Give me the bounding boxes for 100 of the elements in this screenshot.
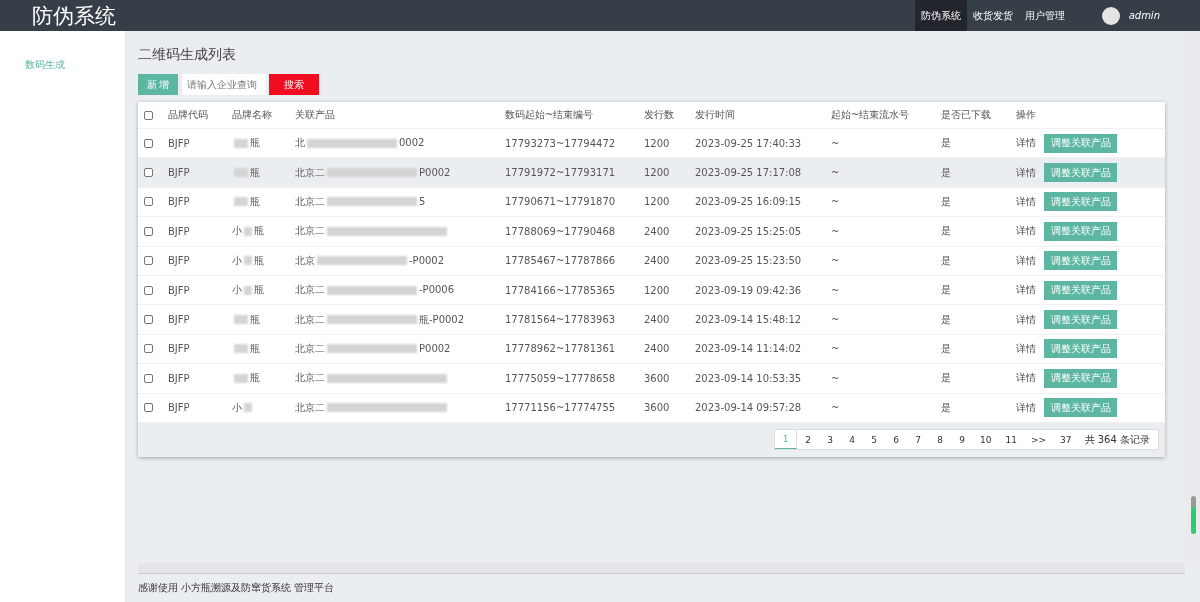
detail-link[interactable]: 详情 bbox=[1016, 253, 1044, 268]
table-cell-text: 是 bbox=[941, 136, 952, 151]
page-link[interactable]: 37 bbox=[1053, 430, 1079, 450]
table-cell: -P0002 bbox=[409, 254, 445, 266]
table-cell-text: BJFP bbox=[168, 196, 191, 208]
detail-link[interactable]: 详情 bbox=[1016, 371, 1044, 386]
table-cell-text: 是 bbox=[941, 224, 952, 239]
table-cell-text: 2400 bbox=[644, 225, 671, 237]
table-cell: 北 bbox=[295, 137, 305, 149]
blurred-patch bbox=[234, 197, 248, 207]
blurred-patch bbox=[244, 226, 252, 236]
page-link[interactable]: 2 bbox=[797, 430, 820, 450]
table-cell: 瓶 bbox=[254, 225, 264, 237]
row-checkbox[interactable] bbox=[144, 373, 153, 383]
blurred-patch bbox=[244, 256, 252, 266]
table-cell-text: 1200 bbox=[644, 196, 671, 208]
table-cell: 瓶-P0002 bbox=[419, 313, 465, 325]
search-button[interactable]: 搜索 bbox=[269, 74, 319, 95]
row-checkbox[interactable] bbox=[144, 168, 153, 178]
blurred-patch bbox=[244, 403, 252, 413]
user-name[interactable]: admin bbox=[1128, 10, 1160, 21]
detail-link[interactable]: 详情 bbox=[1016, 165, 1044, 180]
table-cell-text: 2023-09-19 09:42:36 bbox=[695, 284, 803, 296]
row-checkbox[interactable] bbox=[144, 256, 153, 266]
page-link[interactable]: 6 bbox=[885, 430, 908, 450]
table-cell: 北京二 bbox=[295, 284, 325, 296]
table-cell: 北京二 bbox=[295, 166, 325, 178]
table-cell-text: 2023-09-25 15:25:05 bbox=[695, 225, 803, 237]
table-cell-text: 2023-09-25 17:40:33 bbox=[695, 137, 803, 149]
table-cell: 小 bbox=[232, 401, 242, 413]
detail-link[interactable]: 详情 bbox=[1016, 341, 1044, 356]
row-checkbox[interactable] bbox=[144, 344, 153, 354]
nav-tab[interactable]: 收货发货 bbox=[966, 0, 1019, 31]
avatar-circle[interactable] bbox=[1101, 6, 1120, 25]
detail-link[interactable]: 详情 bbox=[1016, 400, 1044, 415]
page-title: 二维码生成列表 bbox=[138, 46, 237, 64]
table-cell: 瓶 bbox=[250, 195, 260, 207]
table-cell: 北京二 bbox=[295, 372, 325, 384]
page-link[interactable]: 9 bbox=[951, 430, 974, 450]
table-cell-text: 3600 bbox=[644, 402, 671, 414]
row-checkbox[interactable] bbox=[144, 315, 153, 325]
table-cell-text: BJFP bbox=[168, 402, 191, 414]
table-cell: 0002 bbox=[399, 137, 425, 149]
select-all-checkbox[interactable] bbox=[144, 110, 153, 120]
table-cell: 北京二 bbox=[295, 313, 325, 325]
app-logo: 防伪系统 bbox=[32, 2, 117, 30]
page-link[interactable]: 3 bbox=[819, 430, 842, 450]
column-header: 起始~结束流水号 bbox=[831, 108, 911, 122]
row-checkbox[interactable] bbox=[144, 197, 153, 207]
table-cell-text: ~ bbox=[831, 372, 841, 384]
page-link[interactable]: 4 bbox=[841, 430, 864, 450]
table-cell-text: BJFP bbox=[168, 255, 191, 267]
table-cell-text: 是 bbox=[941, 165, 952, 180]
table-cell-text: 17788069~17790468 bbox=[505, 225, 617, 237]
vertical-scrollbar[interactable] bbox=[1185, 31, 1200, 562]
table-cell-text: 是 bbox=[941, 283, 952, 298]
blurred-patch bbox=[234, 138, 248, 148]
detail-link[interactable]: 详情 bbox=[1016, 136, 1044, 151]
page-link[interactable]: 8 bbox=[929, 430, 952, 450]
table-cell-text: 是 bbox=[941, 253, 952, 268]
table-cell-text: 17775059~17778658 bbox=[505, 372, 617, 384]
table-cell-text: 17778962~17781361 bbox=[505, 343, 617, 355]
table-cell: -P0006 bbox=[419, 284, 455, 296]
table-cell: 小 bbox=[232, 284, 242, 296]
blurred-patch bbox=[234, 315, 248, 325]
search-field[interactable]: 请输入企业查询 bbox=[182, 74, 266, 95]
table-cell: 小 bbox=[232, 254, 242, 266]
row-checkbox[interactable] bbox=[144, 138, 153, 148]
nav-tab[interactable]: 防伪系统 bbox=[914, 0, 967, 31]
page-link[interactable]: 10 bbox=[973, 430, 999, 450]
table-cell: 瓶 bbox=[254, 284, 264, 296]
horizontal-scrollbar[interactable] bbox=[138, 563, 1185, 574]
table-cell-text: 17793273~17794472 bbox=[505, 137, 617, 149]
table-cell-text: ~ bbox=[831, 284, 841, 296]
table-cell-text: 2023-09-14 10:53:35 bbox=[695, 372, 803, 384]
detail-link[interactable]: 详情 bbox=[1016, 283, 1044, 298]
table-cell: 瓶 bbox=[250, 372, 260, 384]
table-cell-text: 17790671~17791870 bbox=[505, 196, 617, 208]
column-header: 品牌代码 bbox=[168, 108, 209, 122]
page-link[interactable]: 5 bbox=[863, 430, 886, 450]
table-cell-text: 2400 bbox=[644, 343, 671, 355]
page-link[interactable]: 11 bbox=[998, 430, 1024, 450]
table-cell-text: 2400 bbox=[644, 314, 671, 326]
detail-link[interactable]: 详情 bbox=[1016, 194, 1044, 209]
nav-tab[interactable]: 用户管理 bbox=[1018, 0, 1071, 31]
table-cell-text: ~ bbox=[831, 137, 841, 149]
footer-text: 感谢使用 小方瓶溯源及防窜货系统 管理平台 bbox=[138, 581, 336, 595]
blurred-patch bbox=[244, 285, 252, 295]
detail-link[interactable]: 详情 bbox=[1016, 224, 1044, 239]
table-cell-text: 2023-09-25 15:23:50 bbox=[695, 255, 803, 267]
table-cell-text: 1200 bbox=[644, 284, 671, 296]
table-cell-text: ~ bbox=[831, 314, 841, 326]
row-checkbox[interactable] bbox=[144, 403, 153, 413]
detail-link[interactable]: 详情 bbox=[1016, 312, 1044, 327]
table-cell-text: BJFP bbox=[168, 372, 191, 384]
row-checkbox[interactable] bbox=[144, 226, 153, 236]
page-link[interactable]: 7 bbox=[907, 430, 930, 450]
table-cell-text: BJFP bbox=[168, 167, 191, 179]
page-link[interactable]: >> bbox=[1024, 430, 1054, 450]
row-checkbox[interactable] bbox=[144, 285, 153, 295]
